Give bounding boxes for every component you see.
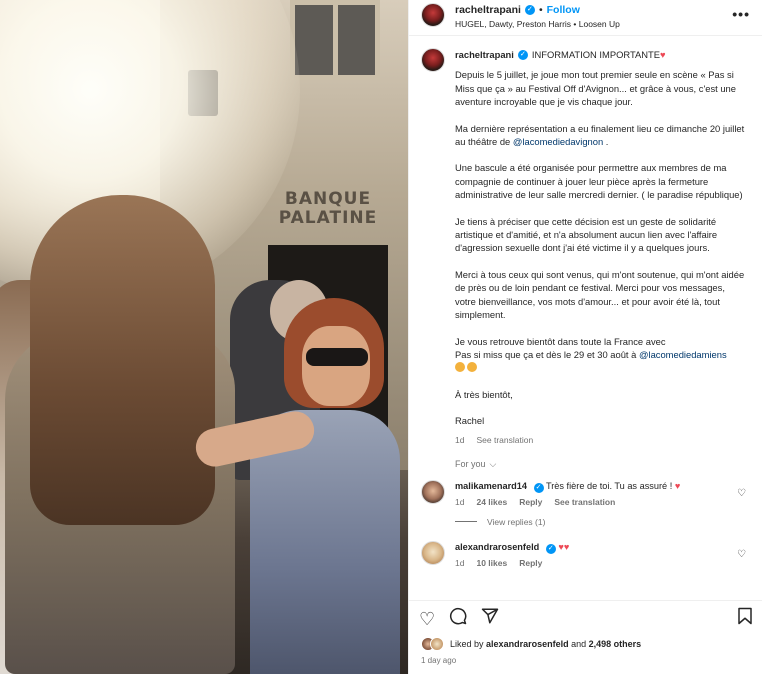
comment-time[interactable]: 1d	[455, 557, 464, 570]
header-text: racheltrapani ✓ • Follow HUGEL, Dawty, P…	[455, 3, 750, 31]
author-avatar[interactable]	[421, 3, 445, 27]
chevron-down-icon: ⌵	[489, 458, 497, 469]
commenter-username[interactable]: alexandrarosenfeld	[455, 542, 539, 552]
red-heart-icon: ♥	[674, 480, 681, 491]
comment-item: malikamenard14 ✓ Très fière de toi. Tu a…	[421, 479, 748, 509]
sort-label: For you	[455, 459, 486, 470]
comment-meta: 1d 10 likes Reply	[455, 557, 748, 570]
see-translation-link[interactable]: See translation	[554, 496, 615, 509]
comment-heart-icon[interactable]: ♡	[737, 488, 746, 499]
post-panel: racheltrapani ✓ • Follow HUGEL, Dawty, P…	[408, 0, 762, 674]
caption-paragraph: Je tiens à préciser que cette décision e…	[455, 215, 718, 254]
caption-time[interactable]: 1d	[455, 434, 464, 447]
caption-meta: 1d See translation	[455, 434, 748, 447]
post-header: racheltrapani ✓ • Follow HUGEL, Dawty, P…	[409, 0, 762, 36]
caption-text: .	[605, 136, 609, 148]
comment-likes[interactable]: 10 likes	[476, 557, 507, 570]
comment-bubble-icon[interactable]	[449, 607, 467, 630]
bank-sign: BANQUE PALATINE	[278, 189, 378, 228]
caption-paragraph: Une bascule a été organisée pour permett…	[455, 162, 743, 201]
person-woman-face	[302, 326, 370, 406]
header-user-row: racheltrapani ✓ • Follow	[455, 3, 750, 17]
caption-body: racheltrapani ✓ INFORMATION IMPORTANTE ♥…	[455, 48, 748, 447]
liked-by-prefix: Liked by	[450, 639, 484, 649]
caption-paragraph: Je vous retrouve bientôt dans toute la F…	[455, 335, 748, 375]
verified-badge-icon: ✓	[533, 482, 544, 493]
post-timestamp[interactable]: 1 day ago	[421, 656, 456, 665]
reply-button[interactable]: Reply	[519, 557, 542, 570]
comment-time[interactable]: 1d	[455, 496, 464, 509]
see-translation-link[interactable]: See translation	[476, 434, 533, 447]
comment-sort-dropdown[interactable]: For you ⌵	[455, 459, 748, 470]
verified-badge-icon: ✓	[545, 543, 556, 554]
caption-paragraph: Merci à tous ceux qui sont venus, qui m'…	[455, 268, 745, 321]
building-window	[290, 0, 380, 80]
smiley-emoji-icon	[467, 362, 477, 373]
caption-title-row: racheltrapani ✓ INFORMATION IMPORTANTE ♥	[455, 48, 748, 61]
caption-paragraph: Ma dernière représentation a eu finaleme…	[455, 122, 748, 149]
liked-by-summary: Liked by alexandrarosenfeld and 2,498 ot…	[421, 637, 751, 651]
mention-link[interactable]: @lacomediedamiens	[639, 349, 727, 360]
comments-scroll-area[interactable]: racheltrapani ✓ INFORMATION IMPORTANTE ♥…	[409, 36, 762, 584]
comment-body: malikamenard14 ✓ Très fière de toi. Tu a…	[455, 480, 748, 509]
comment-likes[interactable]: 24 likes	[476, 496, 507, 509]
caption-text: Pas si miss que ça et dès le 29 et 30 ao…	[455, 348, 637, 360]
likes-count-link[interactable]: 2,498 others	[589, 639, 642, 649]
view-replies-button[interactable]: View replies (1)	[455, 517, 748, 527]
comment-meta: 1d 24 likes Reply See translation	[455, 496, 748, 509]
red-heart-icon: ♥♥	[558, 541, 570, 552]
caption-text: Je vous retrouve bientôt dans toute la F…	[455, 335, 666, 347]
caption: racheltrapani ✓ INFORMATION IMPORTANTE ♥…	[421, 48, 748, 447]
comment-body: alexandrarosenfeld ✓ ♥♥ 1d 10 likes Repl…	[455, 541, 748, 570]
caption-paragraph: À très bientôt,	[455, 388, 513, 400]
comment-text: Très fière de toi. Tu as assuré !	[545, 480, 673, 491]
author-username[interactable]: racheltrapani	[455, 3, 521, 17]
separator-dot: •	[538, 4, 543, 16]
action-bar: ♡	[409, 600, 762, 636]
pink-heart-icon: ♥	[660, 49, 666, 60]
more-options-icon[interactable]: •••	[732, 6, 750, 22]
verified-badge-icon: ✓	[517, 49, 528, 60]
liker-avatar	[430, 637, 444, 651]
audio-track-link[interactable]: HUGEL, Dawty, Preston Harris • Loosen Up	[455, 17, 750, 31]
liked-by-user-link[interactable]: alexandrarosenfeld	[486, 639, 569, 649]
caption-paragraph: Depuis le 5 juillet, je joue mon tout pr…	[455, 69, 736, 108]
caption-username[interactable]: racheltrapani	[455, 48, 514, 61]
paper-plane-icon[interactable]	[481, 607, 499, 630]
comment-item: alexandrarosenfeld ✓ ♥♥ 1d 10 likes Repl…	[421, 540, 748, 570]
commenter-avatar[interactable]	[421, 479, 445, 504]
liked-by-and: and	[571, 639, 587, 649]
caption-title: INFORMATION IMPORTANTE	[531, 49, 661, 60]
follow-button[interactable]: Follow	[547, 3, 580, 17]
caption-avatar[interactable]	[421, 48, 445, 72]
reply-line-divider	[455, 521, 477, 523]
caption-paragraph: Rachel	[455, 415, 485, 427]
post-photo[interactable]: BANQUE PALATINE	[0, 0, 408, 674]
sunglasses	[306, 348, 368, 366]
view-replies-label: View replies (1)	[487, 516, 546, 527]
reply-button[interactable]: Reply	[519, 496, 542, 509]
bookmark-icon[interactable]	[737, 607, 753, 630]
commenter-avatar[interactable]	[421, 540, 445, 565]
commenter-username[interactable]: malikamenard14	[455, 481, 527, 491]
mention-link[interactable]: @lacomediedavignon	[513, 136, 603, 147]
heart-outline-icon[interactable]: ♡	[419, 609, 435, 629]
comment-heart-icon[interactable]: ♡	[737, 549, 746, 560]
person-long-hair	[30, 195, 215, 525]
smiley-emoji-icon	[455, 362, 465, 373]
verified-badge-icon: ✓	[524, 5, 535, 15]
